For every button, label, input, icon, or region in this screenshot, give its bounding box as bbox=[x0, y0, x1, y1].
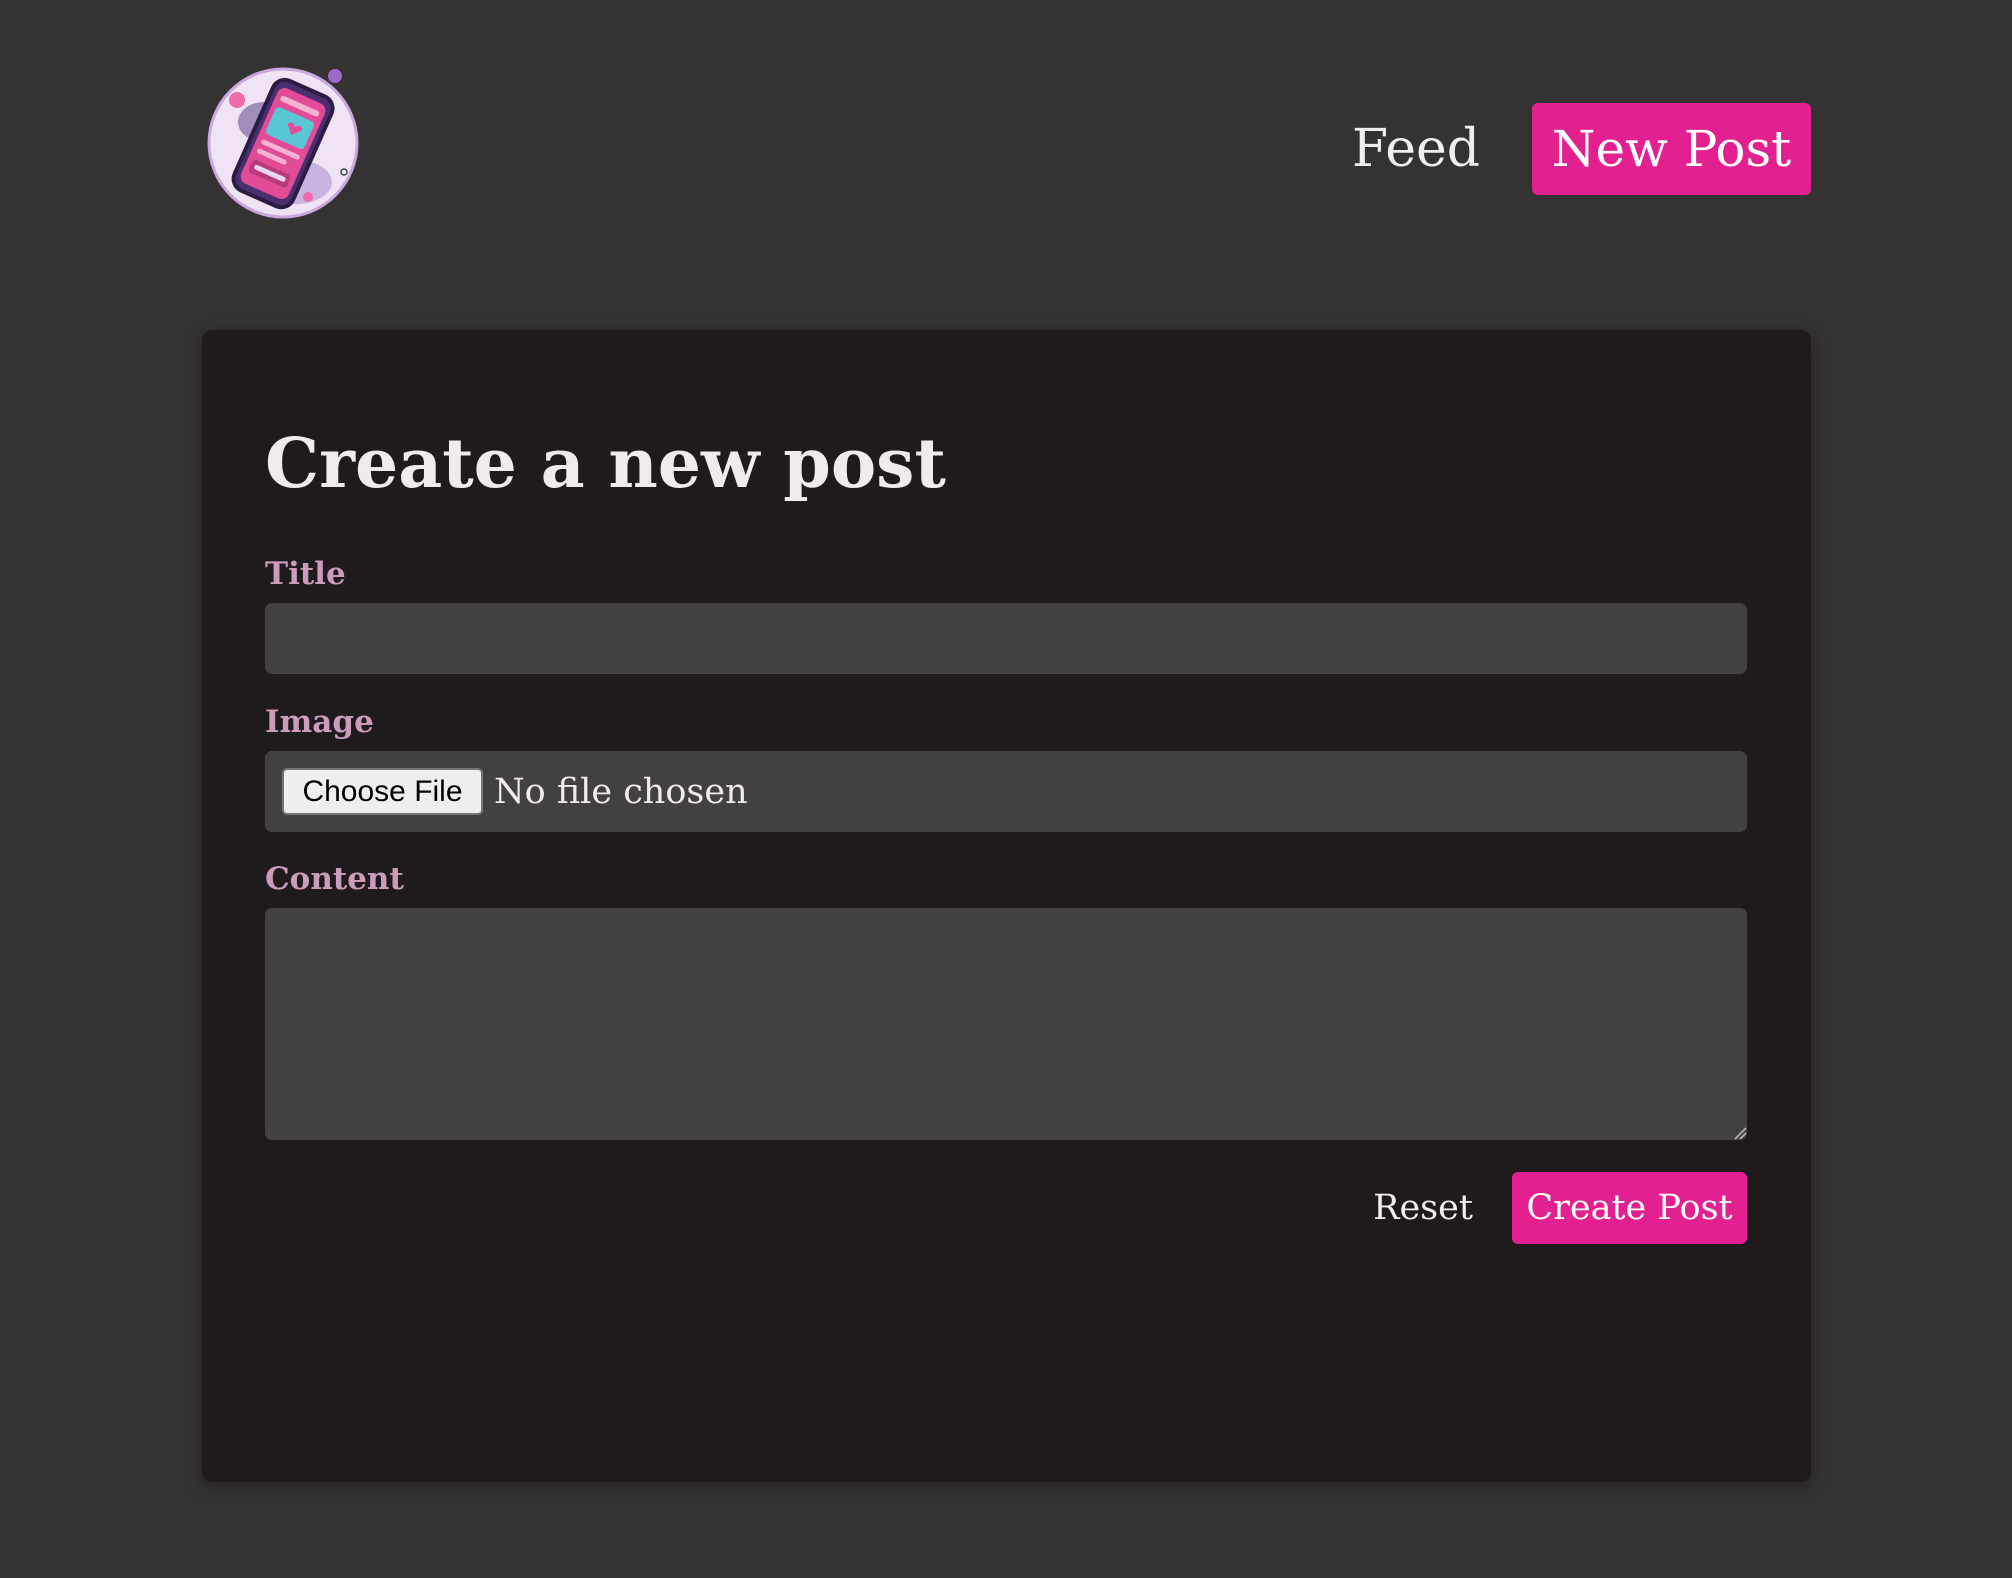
page-title: Create a new post bbox=[265, 424, 946, 504]
image-file-input[interactable]: Choose File No file chosen bbox=[265, 751, 1747, 832]
nav-feed-link[interactable]: Feed bbox=[1336, 103, 1496, 195]
resize-handle-icon[interactable] bbox=[1733, 1126, 1747, 1140]
title-label: Title bbox=[265, 556, 346, 592]
image-label: Image bbox=[265, 704, 374, 740]
title-input[interactable] bbox=[265, 603, 1747, 674]
app-logo[interactable] bbox=[204, 64, 362, 222]
phone-feed-logo-icon bbox=[207, 67, 359, 219]
content-textarea[interactable] bbox=[265, 908, 1747, 1140]
create-post-card: Create a new post Title Image Choose Fil… bbox=[202, 330, 1811, 1482]
reset-button[interactable]: Reset bbox=[1348, 1172, 1498, 1244]
choose-file-button[interactable]: Choose File bbox=[282, 768, 483, 815]
file-status-text: No file chosen bbox=[494, 771, 748, 812]
site-header: Feed New Post bbox=[0, 0, 2012, 300]
content-label: Content bbox=[265, 861, 404, 897]
create-post-button[interactable]: Create Post bbox=[1512, 1172, 1747, 1244]
nav-new-post-button[interactable]: New Post bbox=[1532, 103, 1811, 195]
